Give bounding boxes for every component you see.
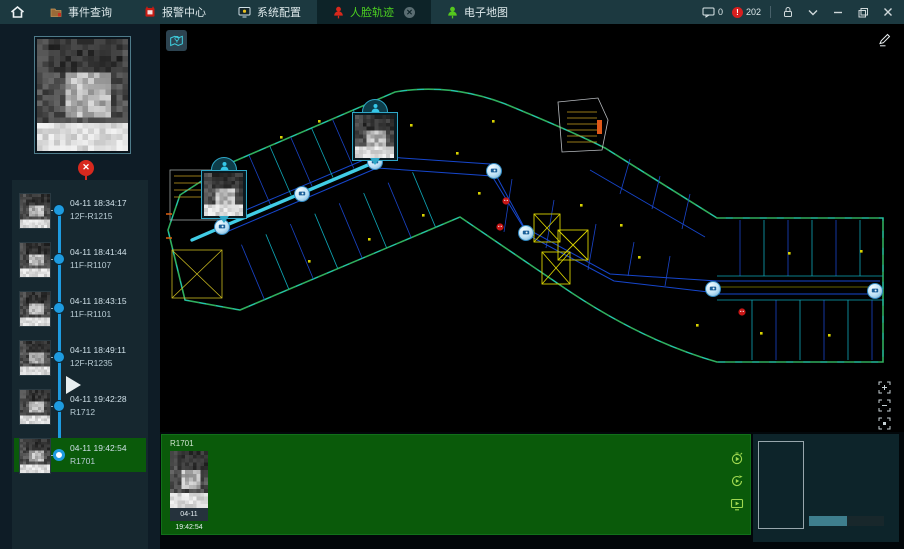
message-icon xyxy=(702,6,715,18)
timeline-node[interactable] xyxy=(53,302,65,314)
preview-panel xyxy=(753,434,899,542)
tab-1[interactable]: 报警中心 xyxy=(128,0,222,24)
tab-label: 报警中心 xyxy=(162,4,206,20)
timeline-thumbnail[interactable] xyxy=(19,389,51,425)
camera-marker[interactable] xyxy=(487,164,502,179)
timeline-thumbnail[interactable] xyxy=(19,291,51,327)
floor-plan[interactable] xyxy=(160,24,904,432)
preview-placeholder xyxy=(758,441,804,529)
camera-marker[interactable] xyxy=(519,226,534,241)
timeline-location: R1712 xyxy=(70,407,95,417)
event-location-label: R1701 xyxy=(170,439,194,448)
tab-3[interactable]: 人脸轨迹 ✕ xyxy=(317,0,431,24)
alert-counter[interactable]: ! 202 xyxy=(732,7,761,18)
alarm-mask-icon[interactable] xyxy=(738,308,745,315)
map-pin-icon xyxy=(169,33,184,48)
minimize-button[interactable] xyxy=(830,4,846,20)
popup-pointer xyxy=(219,216,229,228)
timeline-location: 11F-R1101 xyxy=(70,309,111,319)
elevator-core xyxy=(534,214,588,284)
tab-label: 系统配置 xyxy=(257,4,301,20)
timeline-location: 12F-R1235 xyxy=(70,358,113,368)
alarm-mask-icon[interactable] xyxy=(496,223,503,230)
map-zoom-controls xyxy=(877,380,892,431)
timeline-time: 04-11 18:41:44 xyxy=(70,247,127,257)
timeline-node[interactable] xyxy=(53,449,65,461)
home-icon xyxy=(10,5,25,19)
restore-button[interactable] xyxy=(855,4,871,20)
timeline-time: 04-11 18:43:15 xyxy=(70,296,127,306)
playback-tools xyxy=(730,451,744,511)
divider xyxy=(770,6,771,18)
play-trajectory-button[interactable] xyxy=(66,376,81,394)
timeline-location: 12F-R1215 xyxy=(70,211,113,221)
tab-0[interactable]: 事件查询 xyxy=(34,0,128,24)
timeline-node[interactable] xyxy=(53,351,65,363)
query-face-photo xyxy=(34,36,131,154)
video-play-icon[interactable] xyxy=(730,497,744,511)
progress-fill xyxy=(809,516,847,526)
timeline-thumbnail[interactable] xyxy=(19,242,51,278)
top-bar: 事件查询 报警中心 系统配置 人脸轨迹 ✕ 电子地图 0 ! 202 xyxy=(0,0,904,24)
app-window: 事件查询 报警中心 系统配置 人脸轨迹 ✕ 电子地图 0 ! 202 xyxy=(0,0,904,549)
map-area[interactable] xyxy=(160,24,904,432)
message-count: 0 xyxy=(718,7,723,17)
camera-marker[interactable] xyxy=(295,187,310,202)
popup-pointer xyxy=(370,158,380,170)
stairwell-top xyxy=(558,98,608,152)
timeline-time: 04-11 19:42:54 xyxy=(70,443,127,453)
tab-label: 人脸轨迹 xyxy=(350,4,394,20)
timeline-thumbnail[interactable] xyxy=(19,438,51,474)
timeline-location: 11F-R1107 xyxy=(70,260,111,270)
remove-query-button[interactable]: ✕ xyxy=(78,160,94,176)
camera-marker[interactable] xyxy=(706,282,721,297)
timeline-time: 04-11 18:34:17 xyxy=(70,198,127,208)
folder-icon xyxy=(50,7,62,18)
tab-label: 事件查询 xyxy=(68,4,112,20)
monitor-icon xyxy=(238,6,251,18)
alert-count: 202 xyxy=(746,7,761,17)
replay-icon[interactable] xyxy=(730,474,744,488)
reset-view-button[interactable] xyxy=(877,416,892,431)
tab-2[interactable]: 系统配置 xyxy=(222,0,317,24)
message-counter[interactable]: 0 xyxy=(702,6,723,18)
event-time-chip: 04-11 19:42:54 xyxy=(170,508,208,521)
timeline-line xyxy=(58,210,61,455)
camera-marker[interactable] xyxy=(868,284,883,299)
timeline-time: 04-11 19:42:28 xyxy=(70,394,127,404)
alarm-icon xyxy=(144,6,156,18)
map-layers-button[interactable] xyxy=(166,30,187,51)
event-detail-panel: R1701 04-11 19:42:54 xyxy=(161,434,751,535)
timeline-node[interactable] xyxy=(53,204,65,216)
timeline-node[interactable] xyxy=(53,253,65,265)
edit-pencil-icon[interactable] xyxy=(877,32,892,47)
alarm-mask-icon[interactable] xyxy=(502,197,509,204)
sidebar: ✕ 04-11 18:34:17 12F-R1215 04-11 18:41:44 1… xyxy=(0,24,160,549)
timeline-thumbnail[interactable] xyxy=(19,193,51,229)
trajectory-timeline: 04-11 18:34:17 12F-R1215 04-11 18:41:44 11F… xyxy=(12,180,148,549)
chevron-down-icon[interactable] xyxy=(805,4,821,20)
zoom-out-button[interactable] xyxy=(877,398,892,413)
window-controls: 0 ! 202 xyxy=(702,4,904,20)
zoom-in-button[interactable] xyxy=(877,380,892,395)
home-button[interactable] xyxy=(0,0,34,24)
map-face-popup[interactable] xyxy=(352,112,398,161)
close-button[interactable] xyxy=(880,4,896,20)
event-thumbnail[interactable]: 04-11 19:42:54 xyxy=(170,451,208,521)
timeline-time: 04-11 18:49:11 xyxy=(70,345,126,355)
tab-bar: 事件查询 报警中心 系统配置 人脸轨迹 ✕ 电子地图 xyxy=(34,0,524,24)
timeline-thumbnail[interactable] xyxy=(19,340,51,376)
timed-play-icon[interactable] xyxy=(730,451,744,465)
lock-icon[interactable] xyxy=(780,4,796,20)
timeline-location: R1701 xyxy=(70,456,95,466)
person-pin-green-icon xyxy=(447,6,458,19)
tab-close-icon[interactable]: ✕ xyxy=(404,7,415,18)
tab-4[interactable]: 电子地图 xyxy=(431,0,524,24)
person-pin-red-icon xyxy=(333,6,344,19)
tab-label: 电子地图 xyxy=(464,4,508,20)
map-face-popup[interactable] xyxy=(201,170,247,219)
alert-icon: ! xyxy=(732,7,743,18)
progress-bar[interactable] xyxy=(809,516,884,526)
timeline-node[interactable] xyxy=(53,400,65,412)
